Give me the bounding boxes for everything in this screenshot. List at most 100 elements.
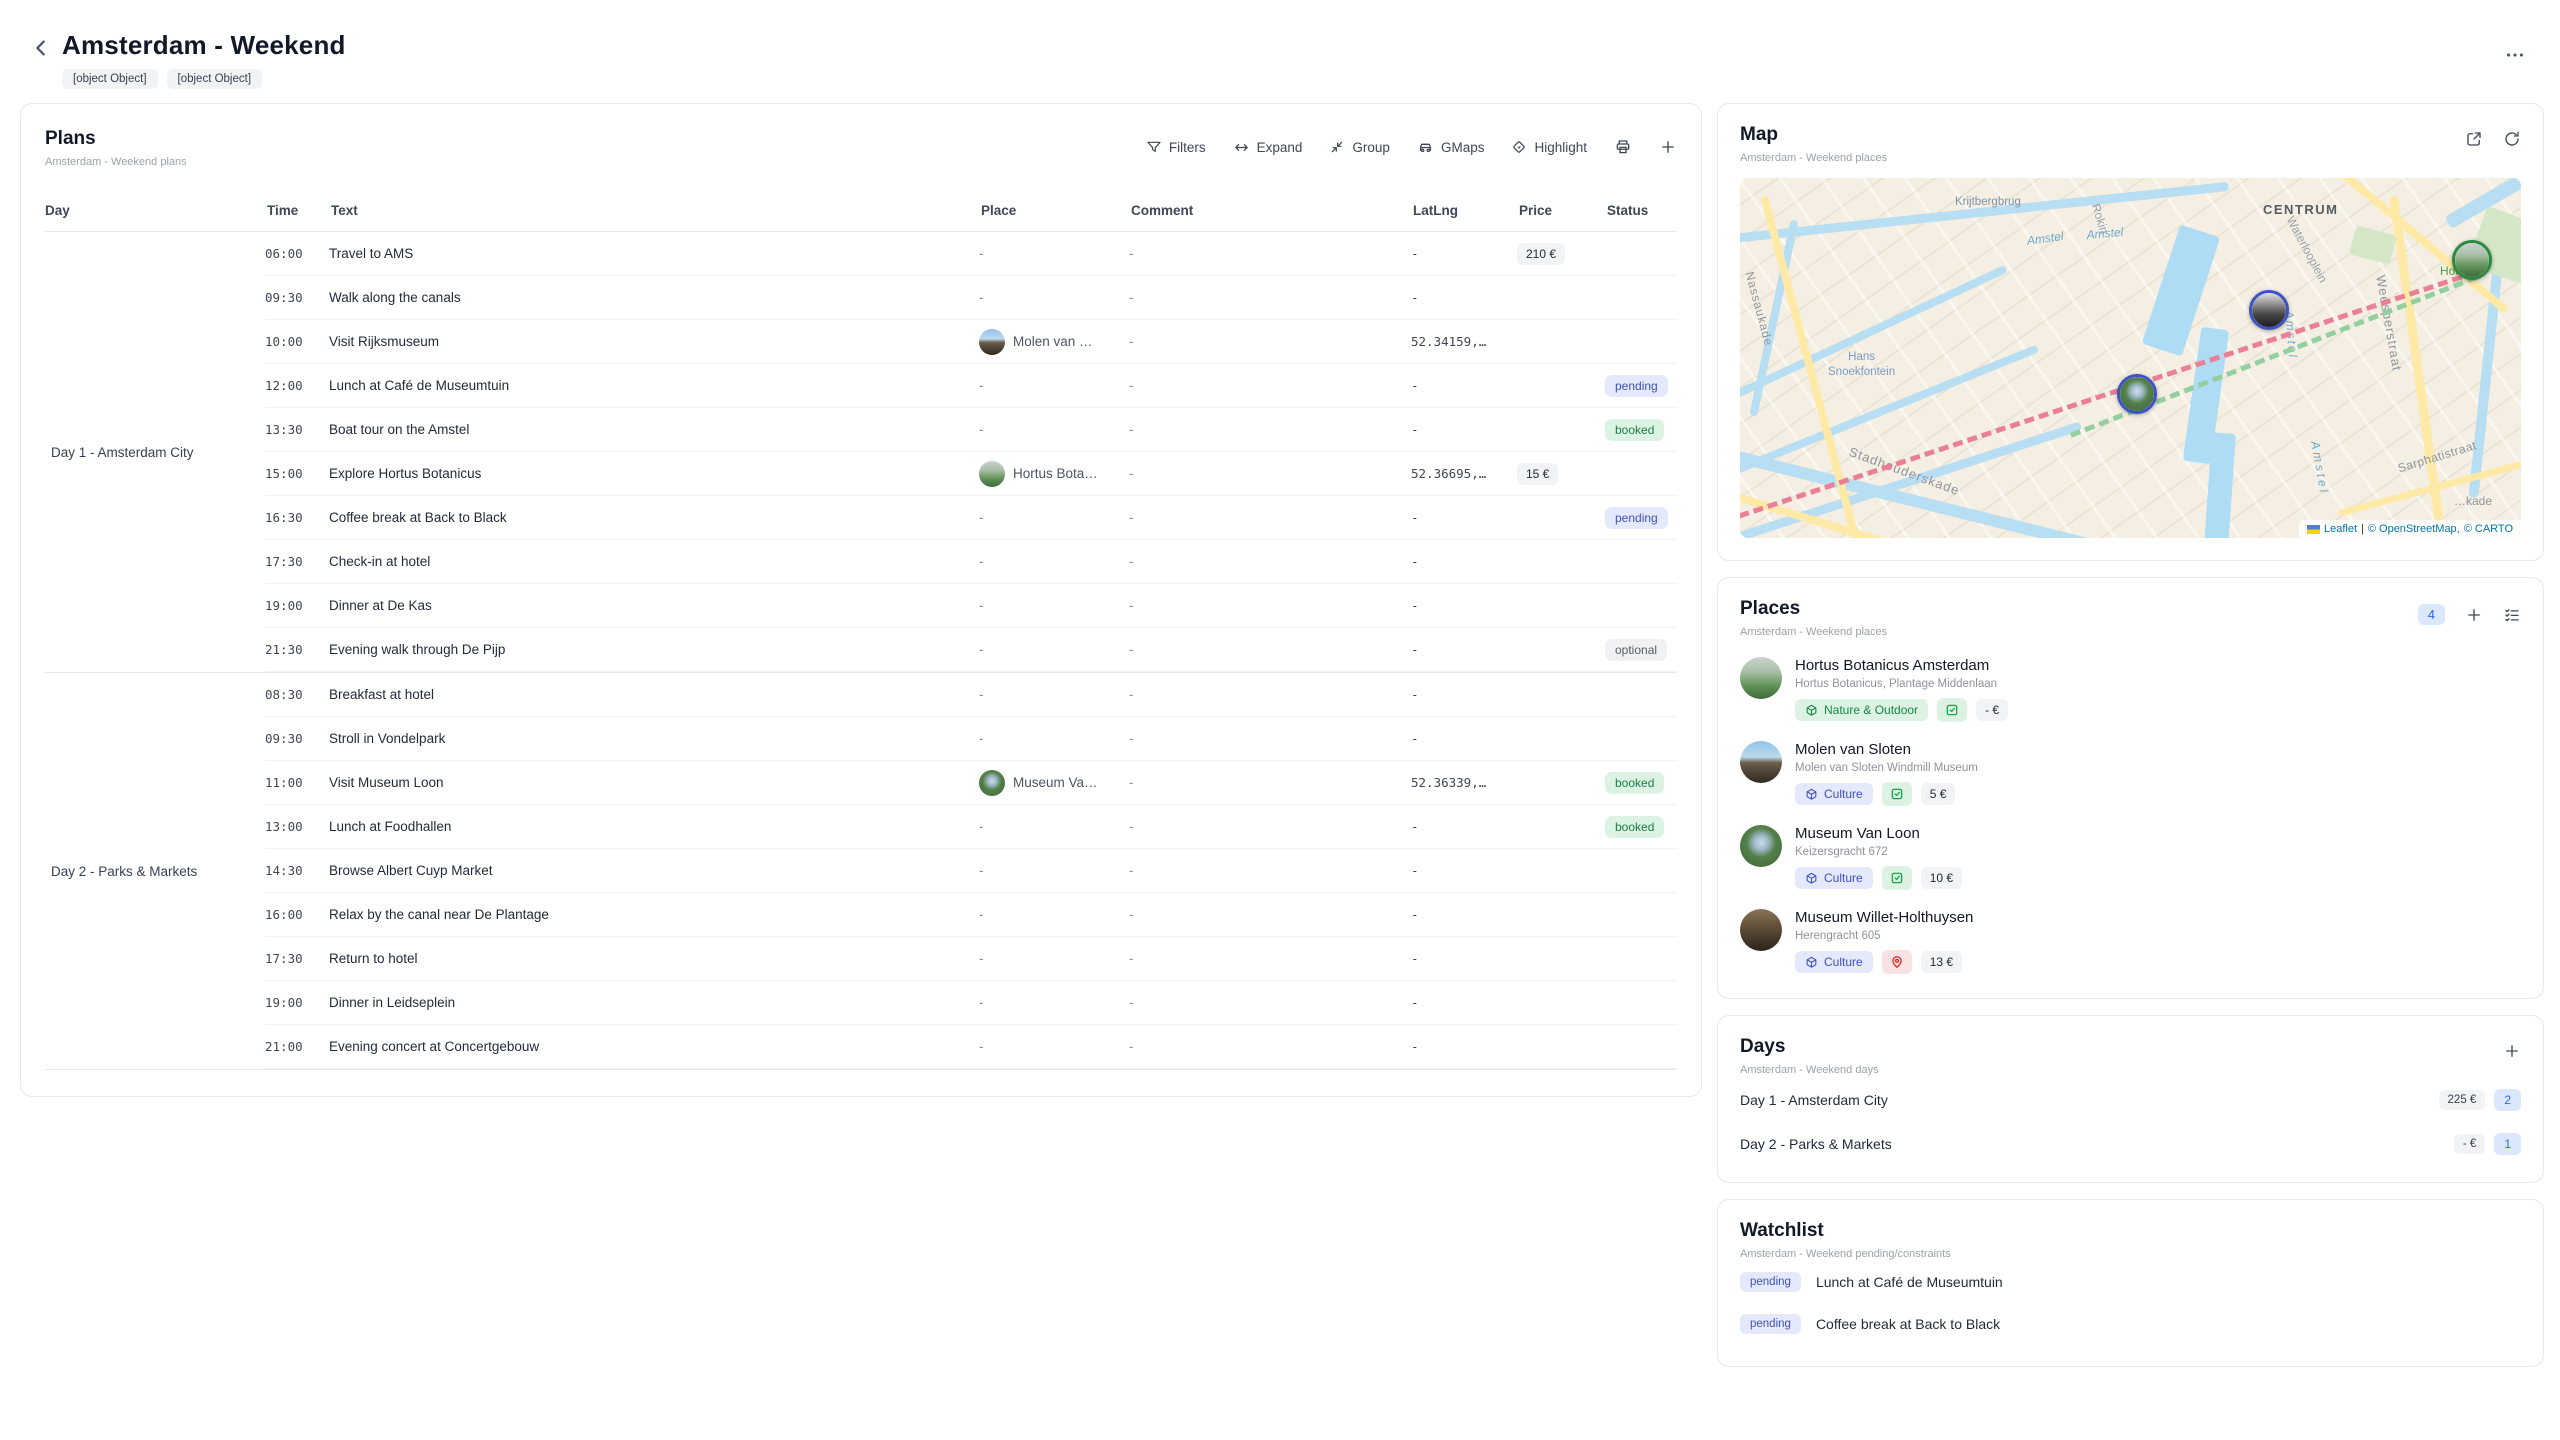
overflow-menu-button[interactable] <box>2504 44 2526 66</box>
place-name: Hortus Bota… <box>1013 466 1098 481</box>
col-day: Day <box>45 203 267 218</box>
group-button[interactable]: Group <box>1329 139 1390 155</box>
add-plan-button[interactable] <box>1659 138 1677 156</box>
plan-row[interactable]: 17:30 Return to hotel - - - <box>265 937 1677 981</box>
print-button[interactable] <box>1614 138 1632 156</box>
day-group-label: Day 1 - Amsterdam City <box>45 232 265 672</box>
leaflet-link[interactable]: Leaflet <box>2324 523 2357 535</box>
cube-icon <box>1805 956 1818 969</box>
status-badge: booked <box>1605 419 1664 441</box>
plus-icon <box>2465 606 2483 624</box>
plan-row[interactable]: 09:30 Stroll in Vondelpark - - - <box>265 717 1677 761</box>
chevron-left-icon <box>30 37 52 59</box>
plan-place: - <box>979 641 1129 659</box>
place-price-badge: 5 € <box>1921 783 1956 805</box>
add-day-button[interactable] <box>2503 1042 2521 1060</box>
place-tags: Culture 10 € <box>1795 866 1962 890</box>
filters-button[interactable]: Filters <box>1146 139 1206 155</box>
day-label: Day 1 - Amsterdam City <box>1740 1092 2439 1108</box>
map-panel: Map Amsterdam - Weekend places <box>1717 103 2544 561</box>
place-avatar <box>979 329 1005 355</box>
main-layout: Plans Amsterdam - Weekend plans Filters … <box>0 103 2560 1367</box>
places-list-button[interactable] <box>2503 606 2521 624</box>
plan-comment: - <box>1129 819 1411 834</box>
day-row[interactable]: Day 2 - Parks & Markets - € 1 <box>1740 1124 2521 1164</box>
plan-time: 13:30 <box>265 422 329 437</box>
plan-row[interactable]: 13:00 Lunch at Foodhallen - - - <box>265 805 1677 849</box>
day-price-badge: - € <box>2454 1134 2485 1154</box>
map-marker[interactable] <box>2452 240 2492 280</box>
gmaps-button[interactable]: GMaps <box>1417 139 1485 156</box>
plan-row[interactable]: 17:30 Check-in at hotel - - - <box>265 540 1677 584</box>
watchlist-item[interactable]: pending Lunch at Café de Museumtuin <box>1740 1262 2521 1302</box>
map-marker[interactable] <box>2117 374 2157 414</box>
plan-row[interactable]: 06:00 Travel to AMS - - - 21 <box>265 232 1677 276</box>
checkbox-check-icon <box>1890 787 1904 801</box>
plans-toolbar: Filters Expand Group GMaps <box>1146 138 1677 156</box>
watchlist-item[interactable]: pending Coffee break at Back to Black <box>1740 1304 2521 1344</box>
place-list-item[interactable]: Museum Willet-Holthuysen Herengracht 605… <box>1740 909 2521 974</box>
plan-place: - <box>979 245 1129 263</box>
back-button[interactable] <box>30 37 52 59</box>
map-expand-button[interactable] <box>2465 130 2483 148</box>
plan-time: 15:00 <box>265 466 329 481</box>
place-list-item[interactable]: Museum Van Loon Keizersgracht 672 Cultur… <box>1740 825 2521 890</box>
plan-time: 16:30 <box>265 510 329 525</box>
add-place-button[interactable] <box>2465 606 2483 624</box>
plan-time: 21:30 <box>265 642 329 657</box>
plan-row[interactable]: 14:30 Browse Albert Cuyp Market - - - <box>265 849 1677 893</box>
plan-row[interactable]: 16:30 Coffee break at Back to Black - - … <box>265 496 1677 540</box>
plan-place: - <box>979 906 1129 924</box>
plan-comment: - <box>1129 510 1411 525</box>
day-row[interactable]: Day 1 - Amsterdam City 225 € 2 <box>1740 1080 2521 1120</box>
plan-row[interactable]: 16:00 Relax by the canal near De Plantag… <box>265 893 1677 937</box>
plan-row[interactable]: 10:00 Visit Rijksmuseum Molen van … <box>265 320 1677 364</box>
plan-place: - <box>979 553 1129 571</box>
plan-text: Boat tour on the Amstel <box>329 422 979 437</box>
plan-comment: - <box>1129 951 1411 966</box>
map-refresh-button[interactable] <box>2503 130 2521 148</box>
place-avatar <box>979 461 1005 487</box>
plan-row[interactable]: 11:00 Visit Museum Loon Museum Va… <box>265 761 1677 805</box>
plan-status: booked <box>1605 774 1677 792</box>
place-list-item[interactable]: Hortus Botanicus Amsterdam Hortus Botani… <box>1740 657 2521 722</box>
plans-panel: Plans Amsterdam - Weekend plans Filters … <box>20 103 1702 1097</box>
plan-place: - <box>979 818 1129 836</box>
plan-comment: - <box>1129 598 1411 613</box>
plan-comment: - <box>1129 995 1411 1010</box>
map[interactable]: Krijtbergbrug Rokin Amstel Amstel CENTRU… <box>1740 178 2521 538</box>
plan-text: Evening concert at Concertgebouw <box>329 1039 979 1054</box>
map-marker[interactable] <box>2249 290 2289 330</box>
plan-time: 21:00 <box>265 1039 329 1054</box>
places-title: Places <box>1740 598 1887 620</box>
plan-row[interactable]: 21:00 Evening concert at Concertgebouw -… <box>265 1025 1677 1069</box>
place-subtitle: Keizersgracht 672 <box>1795 846 1962 858</box>
watchlist-subtitle: Amsterdam - Weekend pending/constraints <box>1740 1248 1951 1260</box>
plan-row[interactable]: 19:00 Dinner at De Kas - - - <box>265 584 1677 628</box>
highlight-button[interactable]: Highlight <box>1511 139 1587 155</box>
watchlist-text: Coffee break at Back to Black <box>1816 1316 2000 1332</box>
osm-link[interactable]: © OpenStreetMap, <box>2368 523 2460 535</box>
plan-place: - <box>979 597 1129 615</box>
plan-row[interactable]: 15:00 Explore Hortus Botanicus Hortus Bo… <box>265 452 1677 496</box>
place-list-item[interactable]: Molen van Sloten Molen van Sloten Windmi… <box>1740 741 2521 806</box>
expand-button[interactable]: Expand <box>1233 139 1303 156</box>
plan-latlng: 52.34159,… <box>1411 334 1517 349</box>
title-block: Amsterdam - Weekend [object Object] [obj… <box>62 30 346 89</box>
plan-row[interactable]: 19:00 Dinner in Leidseplein - - - <box>265 981 1677 1025</box>
status-badge: pending <box>1605 507 1668 529</box>
plan-row[interactable]: 13:30 Boat tour on the Amstel - - - <box>265 408 1677 452</box>
plans-subtitle: Amsterdam - Weekend plans <box>45 156 187 168</box>
plan-row[interactable]: 12:00 Lunch at Café de Museumtuin - - - <box>265 364 1677 408</box>
plan-comment: - <box>1129 334 1411 349</box>
carto-link[interactable]: © CARTO <box>2464 523 2513 535</box>
plan-text: Walk along the canals <box>329 290 979 305</box>
plan-text: Stroll in Vondelpark <box>329 731 979 746</box>
map-label: Waterlooplein <box>2284 214 2331 285</box>
plan-row[interactable]: 08:30 Breakfast at hotel - - - <box>265 673 1677 717</box>
map-subtitle: Amsterdam - Weekend places <box>1740 152 1887 164</box>
plan-comment: - <box>1129 863 1411 878</box>
plan-row[interactable]: 09:30 Walk along the canals - - - <box>265 276 1677 320</box>
plan-row[interactable]: 21:30 Evening walk through De Pijp - - - <box>265 628 1677 672</box>
plan-text: Coffee break at Back to Black <box>329 510 979 525</box>
